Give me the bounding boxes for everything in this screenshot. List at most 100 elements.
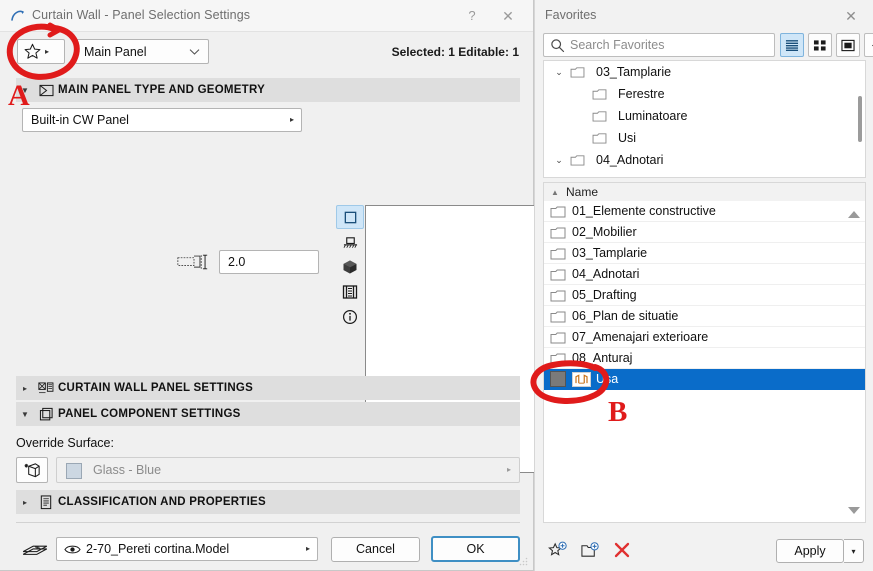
folder-icon <box>592 132 614 144</box>
settings-gear-icon[interactable]: ▸ <box>864 33 873 57</box>
close-icon[interactable]: ✕ <box>495 5 521 27</box>
folder-icon <box>544 331 572 344</box>
ok-button[interactable]: OK <box>431 536 520 562</box>
favorites-panel: Favorites ✕ Search Favorites ⌄ 03_Tampla… <box>534 0 873 571</box>
add-favorite-icon[interactable] <box>545 538 571 562</box>
layer-arrow-icon: ▸ <box>305 544 310 553</box>
floor-plan-view-icon[interactable] <box>336 205 364 229</box>
folder-icon <box>544 289 572 302</box>
list-item[interactable]: 03_Tamplarie <box>544 243 865 264</box>
list-item-label: 08_Anturaj <box>572 351 633 365</box>
favorites-list-header[interactable]: ▲ Name <box>543 182 866 201</box>
large-icon-view-icon[interactable] <box>836 33 860 57</box>
cancel-button[interactable]: Cancel <box>331 537 420 562</box>
favorite-thumb-icon <box>572 371 591 387</box>
list-item[interactable]: 01_Elemente constructive <box>544 201 865 222</box>
favorites-row: ▸ Main Panel Selected: 1 Editable: 1 <box>0 32 533 78</box>
resize-grip-icon[interactable] <box>519 557 528 566</box>
apply-dropdown-arrow-icon[interactable]: ▾ <box>844 539 864 563</box>
panel-selection-settings-dialog: Curtain Wall - Panel Selection Settings … <box>0 0 536 571</box>
tree-item-label: 04_Adnotari <box>596 153 664 167</box>
section-collapse-triangle[interactable]: ▸ <box>16 384 34 393</box>
surface-override-toggle-button[interactable] <box>16 457 48 483</box>
list-item[interactable]: 08_Anturaj <box>544 348 865 369</box>
scroll-down-arrow-icon[interactable] <box>848 507 860 514</box>
section-expand-triangle-component[interactable]: ▼ <box>16 410 34 419</box>
help-button[interactable]: ? <box>459 5 485 27</box>
list-item[interactable]: 07_Amenajari exterioare <box>544 327 865 348</box>
list-item-label: 04_Adnotari <box>572 267 640 281</box>
geometry-section-body: Built-in CW Panel ▸ 2.0 <box>16 102 536 473</box>
tree-item[interactable]: Ferestre <box>544 83 865 105</box>
section-label-panel-component: PANEL COMPONENT SETTINGS <box>58 408 241 420</box>
panel-type-value: Built-in CW Panel <box>31 113 129 127</box>
tree-item[interactable]: ⌄ 03_Tamplarie <box>544 61 865 83</box>
sort-ascending-icon[interactable]: ▲ <box>544 188 566 197</box>
section-header-curtain-wall-panel[interactable]: ▸ CURTAIN WALL PANEL SETTINGS <box>16 376 520 400</box>
favorites-close-icon[interactable]: ✕ <box>839 5 863 27</box>
scroll-up-arrow-icon[interactable] <box>848 211 860 218</box>
panel-component-body: Override Surface: Glass - Blue ▸ <box>16 426 520 490</box>
new-folder-icon[interactable] <box>577 538 603 562</box>
list-item-label: 05_Drafting <box>572 288 637 302</box>
list-item[interactable]: 02_Mobilier <box>544 222 865 243</box>
list-item[interactable]: 04_Adnotari <box>544 264 865 285</box>
folder-icon <box>570 154 592 166</box>
apply-arrow-glyph: ▾ <box>851 546 856 556</box>
search-placeholder: Search Favorites <box>570 38 665 52</box>
surface-name-label: Glass - Blue <box>93 463 162 477</box>
view-mode-column <box>336 205 364 330</box>
list-view-icon[interactable] <box>780 33 804 57</box>
apply-button[interactable]: Apply <box>776 539 844 563</box>
tree-item-label: 03_Tamplarie <box>596 65 672 79</box>
column-header-name[interactable]: Name <box>566 185 598 199</box>
list-item-label: 06_Plan de situatie <box>572 309 679 323</box>
surface-arrow-icon: ▸ <box>506 465 511 474</box>
panel-type-dropdown[interactable]: Main Panel <box>75 39 209 64</box>
3d-view-icon[interactable] <box>336 255 364 279</box>
folder-icon <box>592 88 614 100</box>
grid-view-icon[interactable] <box>808 33 832 57</box>
folder-icon <box>544 268 572 281</box>
archicad-icon <box>11 10 24 21</box>
info-icon[interactable] <box>336 305 364 329</box>
component-icon <box>34 407 58 421</box>
section-view-icon[interactable] <box>336 230 364 254</box>
panel-type-field[interactable]: Built-in CW Panel ▸ <box>22 108 302 132</box>
section-header-classification[interactable]: ▸ CLASSIFICATION AND PROPERTIES <box>16 490 520 514</box>
annotation-label-a: A <box>8 79 30 112</box>
section-collapse-triangle-classification[interactable]: ▸ <box>16 498 34 507</box>
favorites-star-arrow[interactable]: ▸ <box>45 47 49 56</box>
favorites-list[interactable]: 01_Elemente constructive 02_Mobilier 03_… <box>543 201 866 523</box>
tree-twisty-icon[interactable]: ⌄ <box>548 67 570 78</box>
tree-scrollbar-thumb[interactable] <box>858 96 862 142</box>
list-item[interactable]: 06_Plan de situatie <box>544 306 865 327</box>
selected-item-marker-icon <box>544 371 572 387</box>
tree-item[interactable]: ⌄ 04_Adnotari <box>544 149 865 171</box>
section-header-geometry[interactable]: ▼ MAIN PANEL TYPE AND GEOMETRY <box>16 78 520 102</box>
favorites-folder-tree[interactable]: ⌄ 03_Tamplarie Ferestre Luminatoare Usi … <box>543 60 866 178</box>
folder-icon <box>570 66 592 78</box>
favorites-star-button[interactable]: ▸ <box>17 39 65 64</box>
tree-twisty-icon[interactable]: ⌄ <box>548 155 570 166</box>
folder-icon <box>544 310 572 323</box>
selection-info-label: Selected: 1 Editable: 1 <box>391 45 519 59</box>
tree-item[interactable]: Usi <box>544 127 865 149</box>
tree-item[interactable]: Luminatoare <box>544 105 865 127</box>
cw-panel-icon <box>34 381 58 395</box>
search-input[interactable]: Search Favorites <box>543 33 775 57</box>
layer-selector-field[interactable]: 2-70_Pereti cortina.Model ▸ <box>56 537 318 561</box>
model-view-icon[interactable] <box>336 280 364 304</box>
surface-color-swatch <box>66 463 82 479</box>
surface-selector-field[interactable]: Glass - Blue ▸ <box>56 457 520 483</box>
list-item[interactable]: 05_Drafting <box>544 285 865 306</box>
search-icon <box>551 39 565 53</box>
folder-icon <box>544 247 572 260</box>
list-item[interactable]: Usa <box>544 369 865 390</box>
section-header-panel-component[interactable]: ▼ PANEL COMPONENT SETTINGS <box>16 402 520 426</box>
thickness-input[interactable]: 2.0 <box>219 250 319 274</box>
chevron-down-icon <box>189 49 200 55</box>
thickness-icon <box>177 254 208 270</box>
delete-favorite-icon[interactable] <box>609 538 635 562</box>
footer-divider <box>16 522 520 523</box>
